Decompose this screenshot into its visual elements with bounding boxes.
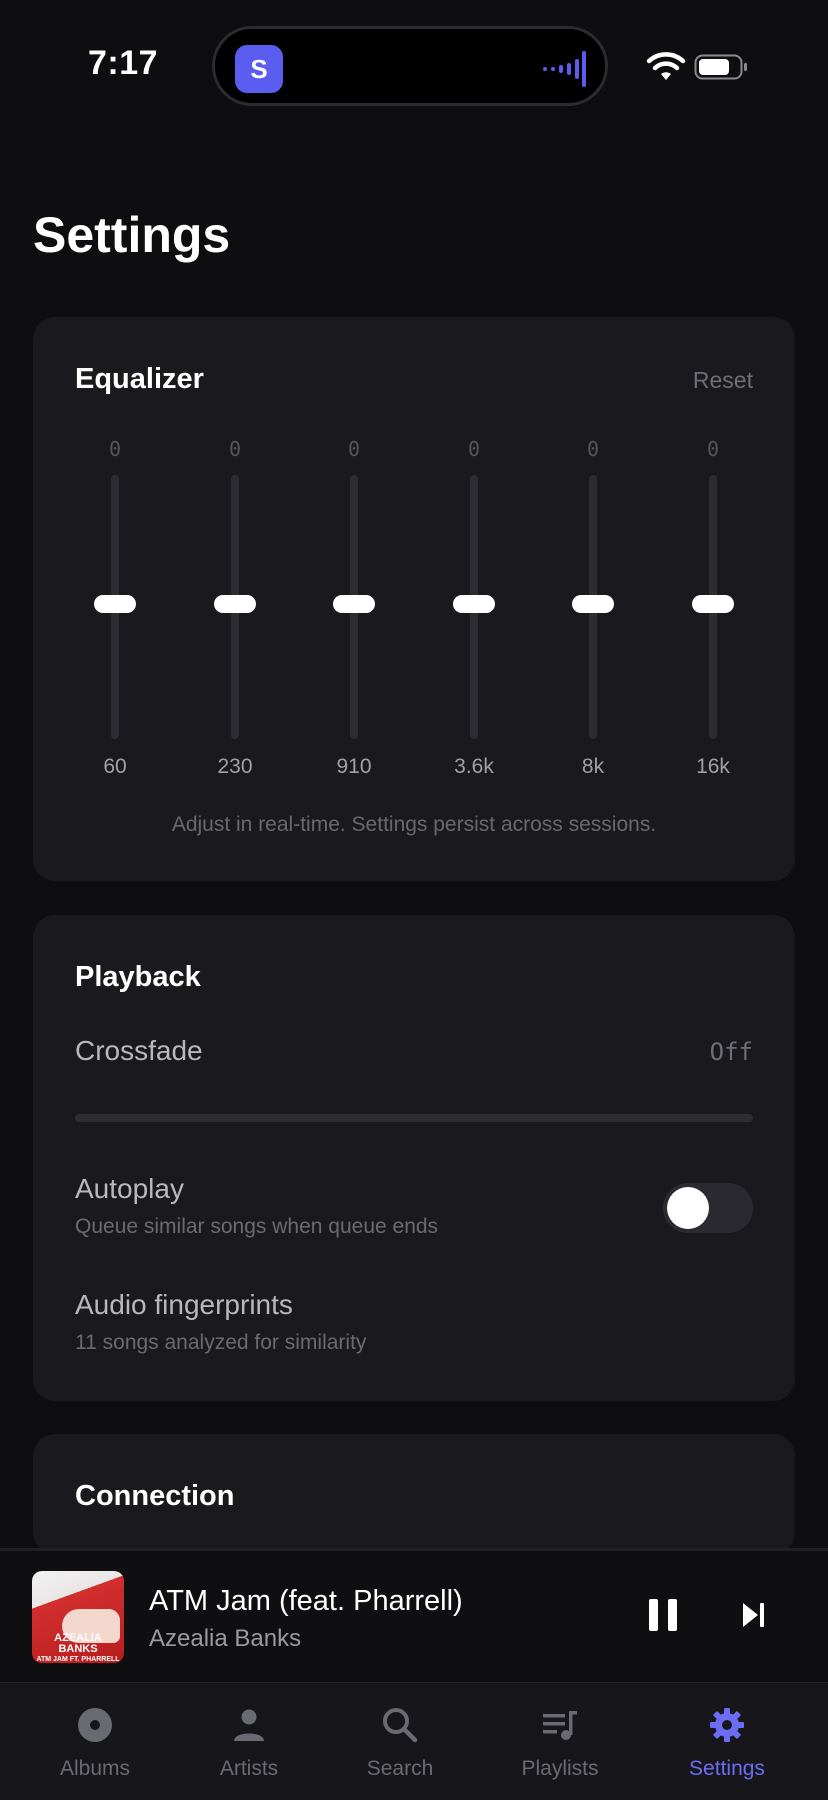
connection-card: Connection xyxy=(33,1434,795,1554)
eq-band-label: 8k xyxy=(581,755,605,778)
eq-band-value: 0 xyxy=(706,437,720,461)
eq-band-value: 0 xyxy=(347,437,361,461)
eq-band-label: 16k xyxy=(696,755,730,778)
tab-label: Playlists xyxy=(521,1757,599,1780)
tab-label: Artists xyxy=(219,1757,279,1780)
eq-band-label: 3.6k xyxy=(454,755,494,778)
tab-label: Settings xyxy=(689,1757,765,1780)
settings-screen: 7:17 S Settings Equalizer Reset 0 60 0 2… xyxy=(0,0,828,1800)
disc-icon xyxy=(78,1708,112,1742)
eq-band-910[interactable]: 0 910 xyxy=(314,437,394,807)
tab-bar: Albums Artists Search Playlists Settings xyxy=(0,1682,828,1800)
eq-band-value: 0 xyxy=(467,437,481,461)
eq-band-16k[interactable]: 0 16k xyxy=(673,437,753,807)
album-art[interactable]: AZEALIA BANKS ATM JAM FT. PHARRELL xyxy=(32,1571,124,1663)
playlist-icon xyxy=(543,1711,577,1740)
eq-band-3.6k[interactable]: 0 3.6k xyxy=(434,437,514,807)
pause-icon[interactable] xyxy=(645,1595,681,1635)
album-art-subtitle: ATM JAM FT. PHARRELL xyxy=(36,1656,120,1663)
album-art-title: AZEALIA BANKS xyxy=(54,1632,102,1655)
mini-player[interactable]: AZEALIA BANKS ATM JAM FT. PHARRELL ATM J… xyxy=(0,1548,828,1682)
equalizer-card: Equalizer Reset 0 60 0 230 0 910 0 3.6k xyxy=(33,317,795,881)
search-icon xyxy=(383,1708,418,1743)
eq-slider-thumb[interactable] xyxy=(692,595,734,613)
eq-band-value: 0 xyxy=(108,437,122,461)
autoplay-toggle[interactable] xyxy=(663,1183,753,1233)
eq-band-value: 0 xyxy=(586,437,600,461)
audio-wave-icon xyxy=(543,51,586,87)
eq-band-label: 60 xyxy=(103,755,127,778)
toggle-knob xyxy=(667,1187,709,1229)
eq-band-label: 910 xyxy=(336,755,372,778)
now-playing-title: ATM Jam (feat. Pharrell) xyxy=(149,1585,463,1617)
eq-slider-thumb[interactable] xyxy=(214,595,256,613)
tab-albums[interactable]: Albums xyxy=(12,1683,178,1800)
playback-title: Playback xyxy=(75,961,201,993)
equalizer-title: Equalizer xyxy=(75,363,204,395)
page-title: Settings xyxy=(33,207,231,263)
status-time: 7:17 xyxy=(88,44,159,82)
eq-band-value: 0 xyxy=(228,437,242,461)
eq-slider-thumb[interactable] xyxy=(333,595,375,613)
gear-icon xyxy=(710,1708,744,1742)
battery-icon xyxy=(694,54,747,80)
crossfade-slider[interactable] xyxy=(75,1114,753,1122)
dynamic-island[interactable]: S xyxy=(212,26,608,106)
audio-fingerprints-description: 11 songs analyzed for similarity xyxy=(75,1331,367,1354)
audio-fingerprints-label[interactable]: Audio fingerprints xyxy=(75,1289,293,1321)
eq-slider-thumb[interactable] xyxy=(453,595,495,613)
tab-search[interactable]: Search xyxy=(317,1683,483,1800)
eq-band-label: 230 xyxy=(217,755,253,778)
status-bar: 7:17 S xyxy=(0,0,828,140)
tab-settings[interactable]: Settings xyxy=(644,1683,810,1800)
eq-slider-thumb[interactable] xyxy=(94,595,136,613)
island-app-icon: S xyxy=(235,45,283,93)
tab-artists[interactable]: Artists xyxy=(166,1683,332,1800)
autoplay-label: Autoplay xyxy=(75,1173,184,1204)
equalizer-note: Adjust in real-time. Settings persist ac… xyxy=(171,813,657,836)
eq-slider-thumb[interactable] xyxy=(572,595,614,613)
wifi-icon xyxy=(646,52,686,80)
now-playing-artist: Azealia Banks xyxy=(149,1625,302,1652)
crossfade-label: Crossfade xyxy=(75,1035,203,1066)
eq-band-60[interactable]: 0 60 xyxy=(75,437,155,807)
connection-title: Connection xyxy=(75,1480,235,1512)
person-icon xyxy=(234,1709,264,1741)
skip-next-icon[interactable] xyxy=(740,1597,768,1633)
autoplay-description: Queue similar songs when queue ends xyxy=(75,1215,439,1238)
eq-band-230[interactable]: 0 230 xyxy=(195,437,275,807)
eq-band-8k[interactable]: 0 8k xyxy=(553,437,633,807)
tab-label: Search xyxy=(366,1757,434,1780)
tab-label: Albums xyxy=(59,1757,131,1780)
crossfade-value: Off xyxy=(709,1038,753,1066)
playback-card: Playback Crossfade Off Autoplay Queue si… xyxy=(33,915,795,1401)
tab-playlists[interactable]: Playlists xyxy=(477,1683,643,1800)
reset-button[interactable]: Reset xyxy=(693,367,753,394)
